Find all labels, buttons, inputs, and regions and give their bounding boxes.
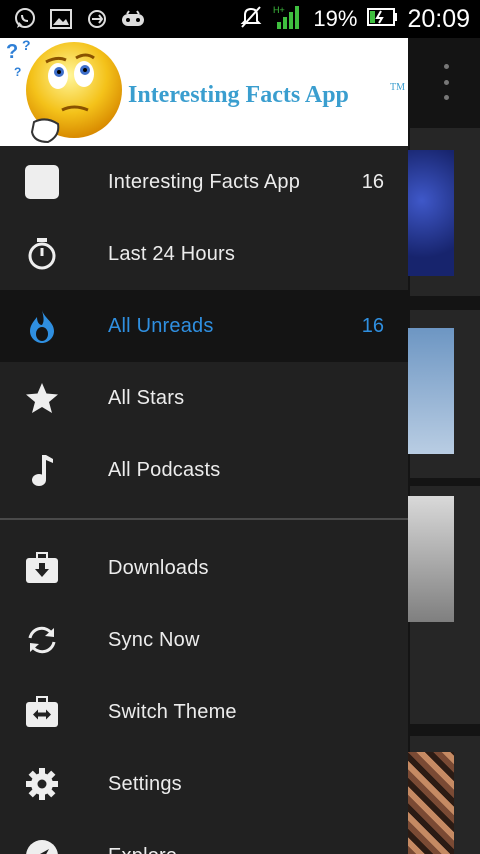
drawer-item-all-stars[interactable]: All Stars — [0, 362, 408, 434]
app-title: Interesting Facts App — [128, 82, 349, 108]
article-thumbnail — [408, 328, 454, 454]
flame-icon — [22, 306, 62, 346]
drawer-item-label: All Stars — [108, 387, 185, 409]
drawer-item-explore[interactable]: Explore — [0, 820, 408, 854]
drawer-item-all-podcasts[interactable]: All Podcasts — [0, 434, 408, 506]
star-icon — [22, 378, 62, 418]
drawer-item-switch-theme[interactable]: Switch Theme — [0, 676, 408, 748]
drawer-header: ? ? ? Interesting Facts App TM — [0, 38, 408, 146]
article-thumbnail — [408, 752, 454, 854]
drawer-item-label: Last 24 Hours — [108, 243, 236, 265]
notification-icons — [12, 7, 146, 31]
status-bar: H+ 19% 20:09 — [0, 0, 480, 38]
whatsapp-icon — [12, 7, 38, 31]
article-thumbnail — [408, 150, 454, 276]
drawer-item-label: Switch Theme — [108, 701, 237, 723]
gamepad-icon — [120, 7, 146, 31]
svg-text:?: ? — [22, 38, 31, 53]
article-thumbnail — [408, 496, 454, 622]
feed-square-icon — [22, 162, 62, 202]
svg-text:?: ? — [14, 65, 21, 79]
drawer-item-label: Downloads — [108, 557, 209, 579]
compass-icon — [22, 836, 62, 854]
thinking-emoji-logo: ? ? ? — [6, 38, 122, 144]
drawer-item-label: All Podcasts — [108, 459, 221, 481]
gallery-icon — [48, 7, 74, 31]
drawer-item-last-24-hours[interactable]: Last 24 Hours — [0, 218, 408, 290]
drawer-item-downloads[interactable]: Downloads — [0, 532, 408, 604]
stopwatch-icon — [22, 234, 62, 274]
drawer-item-label: Sync Now — [108, 629, 200, 651]
music-note-icon — [22, 450, 62, 490]
sync-icon — [22, 620, 62, 660]
trademark: TM — [390, 82, 405, 93]
mute-icon — [239, 5, 263, 34]
svg-text:H+: H+ — [273, 5, 285, 15]
download-icon — [22, 548, 62, 588]
divider — [0, 518, 408, 520]
battery-icon — [367, 7, 398, 31]
unread-count: 16 — [361, 171, 384, 193]
system-indicators: H+ 19% 20:09 — [239, 4, 470, 34]
drawer-item-all-unreads[interactable]: All Unreads 16 — [0, 290, 408, 362]
battery-percent: 19% — [313, 6, 358, 31]
overflow-menu-icon[interactable] — [436, 64, 456, 100]
sync-app-icon — [84, 7, 110, 31]
clock: 20:09 — [407, 4, 470, 33]
unread-count: 16 — [361, 315, 384, 337]
svg-text:?: ? — [6, 41, 18, 63]
drawer-item-label: Settings — [108, 773, 182, 795]
drawer-item-label: Interesting Facts App — [108, 171, 301, 193]
drawer-item-sync-now[interactable]: Sync Now — [0, 604, 408, 676]
signal-icon: H+ — [273, 4, 303, 35]
drawer-item-interesting-facts-app[interactable]: Interesting Facts App 16 — [0, 146, 408, 218]
switch-theme-icon — [22, 692, 62, 732]
gear-icon — [22, 764, 62, 804]
drawer-item-label: Explore — [108, 820, 177, 854]
navigation-drawer: ? ? ? Interesting Facts App TM Interesti… — [0, 38, 408, 854]
drawer-item-label: All Unreads — [108, 315, 214, 337]
drawer-item-settings[interactable]: Settings — [0, 748, 408, 820]
